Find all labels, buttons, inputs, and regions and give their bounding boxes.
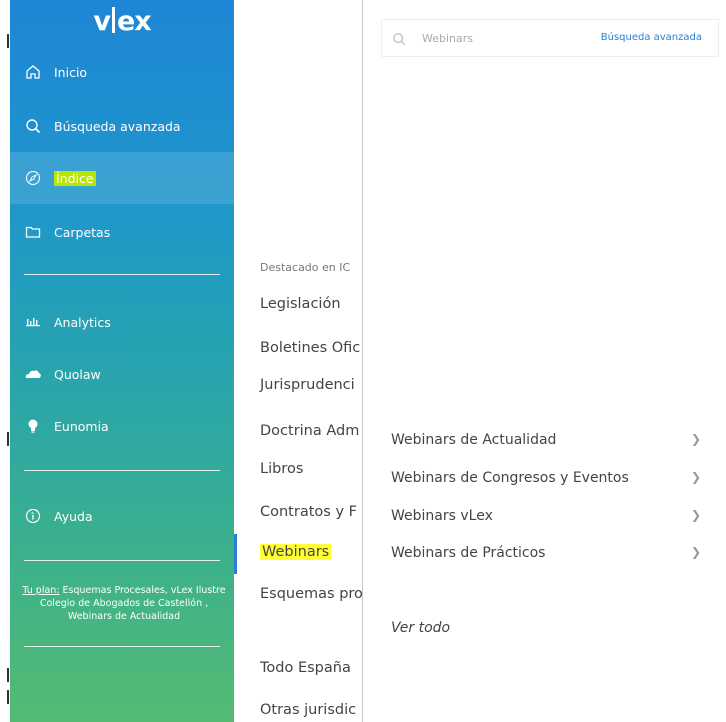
sidebar-item-label: Búsqueda avanzada <box>54 118 181 134</box>
chevron-right-icon: ❯ <box>690 508 701 522</box>
info-icon <box>24 507 42 525</box>
edge-mark <box>7 34 9 48</box>
active-indicator <box>234 534 237 574</box>
folder-icon <box>24 223 42 241</box>
category-item-esquemas[interactable]: Esquemas pro <box>260 586 362 602</box>
sidebar-divider <box>24 274 220 275</box>
edge-mark <box>7 690 9 704</box>
featured-header: Destacado en IC <box>260 261 351 274</box>
category-item-contratos[interactable]: Contratos y F <box>260 504 357 520</box>
edge-mark <box>7 668 9 682</box>
category-item-label: Webinars <box>260 544 332 560</box>
view-all-link[interactable]: Ver todo <box>391 620 450 636</box>
sidebar-item-label: Carpetas <box>54 224 111 240</box>
category-item-todo-espana[interactable]: Todo España <box>260 660 351 676</box>
search-icon <box>24 117 42 135</box>
category-item-otras-jurisdicciones[interactable]: Otras jurisdic <box>260 702 356 718</box>
submenu-item-webinars-congresos[interactable]: Webinars de Congresos y Eventos ❯ <box>391 470 709 486</box>
sidebar-item-busqueda-avanzada[interactable]: Búsqueda avanzada <box>10 100 234 152</box>
sidebar-item-inicio[interactable]: Inicio <box>10 46 234 98</box>
edge-mark <box>7 432 9 446</box>
search-placeholder: Webinars <box>422 32 474 45</box>
search-icon <box>392 31 406 50</box>
submenu-item-label: Webinars de Actualidad <box>391 432 557 448</box>
logo-left: v <box>93 6 111 37</box>
plan-info: Tu plan: Esquemas Procesales, vLex Ilust… <box>18 584 230 623</box>
sidebar-item-ayuda[interactable]: Ayuda <box>10 490 234 542</box>
category-item-libros[interactable]: Libros <box>260 461 303 477</box>
category-item-jurisprudencia[interactable]: Jurisprudenci <box>260 377 355 393</box>
chevron-right-icon: ❯ <box>690 432 701 446</box>
plan-link[interactable]: Tu plan: <box>22 585 59 596</box>
advanced-search-link[interactable]: Búsqueda avanzada <box>601 32 702 43</box>
sidebar-item-label: Inicio <box>54 64 88 80</box>
submenu-item-webinars-practicos[interactable]: Webinars de Prácticos ❯ <box>391 545 709 561</box>
submenu-item-webinars-vlex[interactable]: Webinars vLex ❯ <box>391 508 709 524</box>
logo-right: ex <box>116 6 152 37</box>
chevron-right-icon: ❯ <box>690 545 701 559</box>
sidebar-item-carpetas[interactable]: Carpetas <box>10 206 234 258</box>
sidebar-divider <box>24 560 220 561</box>
sidebar-item-label: Eunomia <box>54 418 109 434</box>
cloud-icon <box>24 365 42 383</box>
sidebar-item-label: Quolaw <box>54 366 101 382</box>
category-item-webinars[interactable]: Webinars <box>260 544 332 560</box>
category-item-boletines[interactable]: Boletines Ofic <box>260 340 360 356</box>
submenu-item-webinars-actualidad[interactable]: Webinars de Actualidad ❯ <box>391 432 709 448</box>
sidebar-divider <box>24 470 220 471</box>
sidebar-item-label: Ayuda <box>54 508 93 524</box>
submenu-item-label: Webinars vLex <box>391 508 493 524</box>
category-column: Destacado en IC Legislación Boletines Of… <box>234 0 362 722</box>
sidebar-item-label: Índice <box>54 170 96 186</box>
sidebar-divider <box>24 646 220 647</box>
chevron-right-icon: ❯ <box>690 470 701 484</box>
sidebar-item-label: Analytics <box>54 314 111 330</box>
search-input[interactable]: Webinars Búsqueda avanzada <box>381 19 719 57</box>
bar-chart-icon <box>24 313 42 331</box>
column-divider <box>362 0 363 722</box>
sidebar-item-indice[interactable]: Índice <box>10 152 234 204</box>
lightbulb-icon <box>24 417 42 435</box>
sidebar-item-quolaw[interactable]: Quolaw <box>10 348 234 400</box>
left-window-edge <box>0 0 10 722</box>
compass-icon <box>24 169 42 187</box>
submenu-item-label: Webinars de Congresos y Eventos <box>391 470 629 486</box>
plan-text: Esquemas Procesales, vLex Ilustre Colegi… <box>39 585 226 622</box>
sidebar-item-analytics[interactable]: Analytics <box>10 296 234 348</box>
logo-bar <box>111 7 115 33</box>
vlex-logo[interactable]: v ex <box>10 6 234 37</box>
sidebar: v ex Inicio Búsqueda avanzada Índice Carp… <box>10 0 234 722</box>
submenu-item-label: Webinars de Prácticos <box>391 545 546 561</box>
sidebar-item-eunomia[interactable]: Eunomia <box>10 400 234 452</box>
category-item-legislacion[interactable]: Legislación <box>260 296 341 312</box>
category-item-doctrina[interactable]: Doctrina Adm <box>260 423 359 439</box>
home-icon <box>24 63 42 81</box>
